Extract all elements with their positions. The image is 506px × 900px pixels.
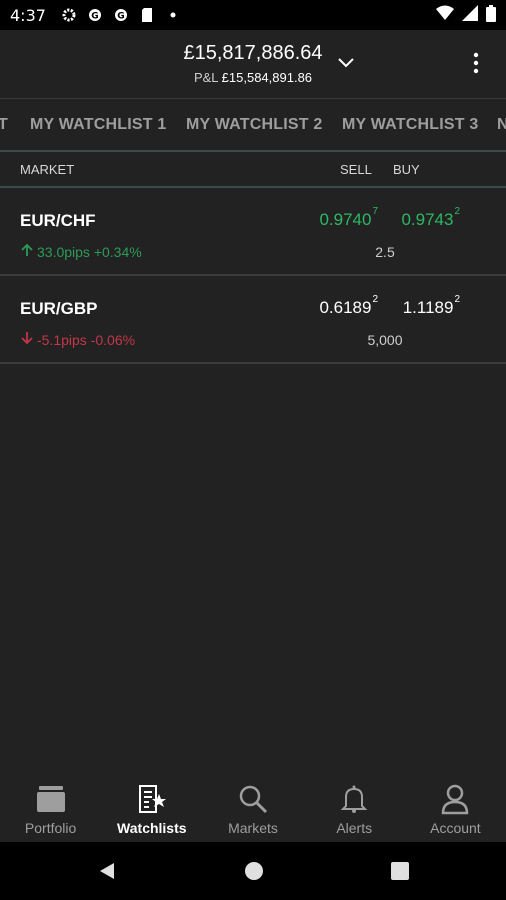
account-header: £15,817,886.64 P&L £15,584,891.86 — [0, 30, 506, 98]
tab-my-watchlist-1[interactable]: MY WATCHLIST 1 — [30, 99, 166, 150]
buy-price[interactable]: 1.11892 — [403, 294, 460, 318]
back-icon[interactable] — [95, 859, 119, 883]
bell-icon — [337, 782, 371, 816]
column-header: MARKET SELL BUY — [0, 152, 506, 188]
notification-dot-icon — [164, 6, 182, 24]
spread-value: 5,000 — [367, 332, 403, 348]
tab-my-watchlist-2[interactable]: MY WATCHLIST 2 — [186, 99, 322, 150]
watchlist-icon — [135, 782, 169, 816]
market-name: EUR/CHF — [20, 211, 96, 230]
portfolio-icon — [34, 782, 68, 816]
tab-my-watchlist-3[interactable]: MY WATCHLIST 3 — [342, 99, 478, 150]
market-name: EUR/GBP — [20, 299, 98, 318]
nav-label: Markets — [228, 820, 278, 836]
column-buy: BUY — [393, 162, 420, 177]
signal-icon — [462, 5, 478, 25]
account-balance: £15,817,886.64 — [183, 42, 323, 64]
tab-previous[interactable]: T — [0, 99, 8, 150]
nav-label: Alerts — [336, 820, 373, 836]
sell-price[interactable]: 0.97407 — [319, 206, 378, 230]
arrow-down-icon — [20, 331, 34, 348]
bottom-navigation: Portfolio Watchlists Markets Alerts Acco… — [0, 778, 506, 842]
search-icon — [236, 782, 270, 816]
nav-portfolio[interactable]: Portfolio — [0, 778, 101, 842]
column-sell: SELL — [340, 162, 372, 177]
pnl-label: P&L — [193, 70, 219, 85]
buy-price[interactable]: 0.97432 — [401, 206, 460, 230]
market-row[interactable]: EUR/CHF 33.0pips +0.34% 0.97407 0.97432 … — [0, 190, 506, 276]
status-time: 4:37 — [10, 5, 46, 25]
battery-icon — [486, 4, 496, 26]
spread-value: 2.5 — [375, 244, 395, 260]
status-bar: 4:37 G G — [0, 0, 506, 30]
system-navigation — [0, 842, 506, 900]
sell-price[interactable]: 0.61892 — [319, 294, 378, 318]
nav-watchlists[interactable]: Watchlists — [101, 778, 202, 842]
arrow-up-icon — [20, 243, 34, 260]
nav-label: Account — [430, 820, 481, 836]
sim-card-icon — [138, 6, 156, 24]
change-value: -5.1pips -0.06% — [37, 331, 136, 348]
change-value: 33.0pips +0.34% — [37, 243, 142, 260]
market-change: 33.0pips +0.34% — [20, 243, 142, 260]
nav-markets[interactable]: Markets — [202, 778, 303, 842]
wifi-icon — [436, 5, 454, 25]
settings-icon — [60, 6, 78, 24]
pnl-summary: P&L £15,584,891.86 — [0, 70, 506, 85]
data-saver-icon: G — [112, 6, 130, 24]
market-change: -5.1pips -0.06% — [20, 331, 135, 348]
market-row[interactable]: EUR/GBP -5.1pips -0.06% 0.61892 1.11892 … — [0, 278, 506, 364]
more-options-icon[interactable] — [468, 50, 484, 76]
tab-next[interactable]: N — [497, 99, 506, 150]
account-icon — [438, 782, 472, 816]
watchlist-tabs: T MY WATCHLIST 1 MY WATCHLIST 2 MY WATCH… — [0, 98, 506, 150]
chevron-down-icon[interactable] — [336, 54, 356, 70]
nav-label: Portfolio — [24, 820, 77, 836]
nav-alerts[interactable]: Alerts — [304, 778, 405, 842]
recents-icon[interactable] — [388, 859, 412, 883]
data-saver-icon: G — [86, 6, 104, 24]
home-icon[interactable] — [242, 859, 266, 883]
nav-account[interactable]: Account — [405, 778, 506, 842]
svg-text:G: G — [91, 12, 98, 22]
nav-label: Watchlists — [117, 820, 187, 836]
column-market: MARKET — [20, 162, 75, 177]
svg-text:G: G — [117, 12, 124, 22]
pnl-value: £15,584,891.86 — [221, 70, 313, 85]
